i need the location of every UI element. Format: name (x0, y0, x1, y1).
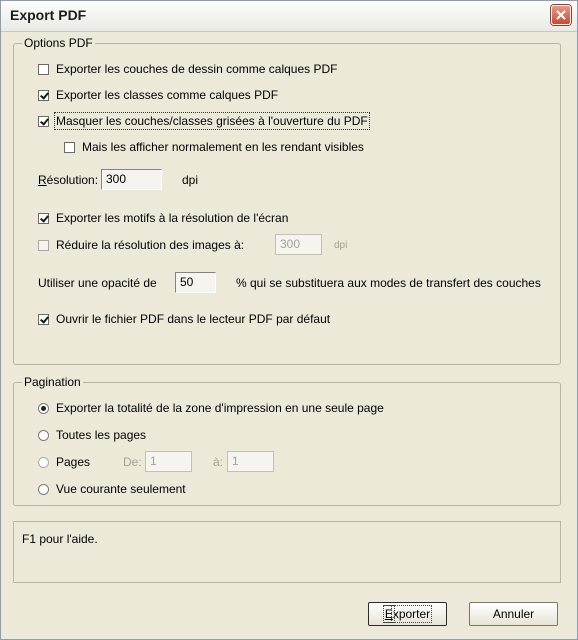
all-area-label: Exporter la totalité de la zone d'impres… (56, 401, 384, 415)
current-view-option[interactable]: Vue courante seulement (38, 480, 186, 498)
close-icon (556, 10, 566, 20)
pages-to-label: à: (213, 455, 224, 469)
all-area-radio[interactable] (38, 402, 49, 414)
all-area-option[interactable]: Exporter la totalité de la zone d'impres… (38, 399, 384, 417)
hide-greyed-label: Masquer les couches/classes grisées à l'… (54, 112, 370, 130)
pages-label: Pages (56, 455, 91, 469)
opacity-label-after: % qui se substituera aux modes de transf… (236, 276, 541, 290)
export-patterns-checkbox[interactable] (38, 212, 49, 224)
resolution-unit: dpi (182, 173, 199, 187)
export-classes-option[interactable]: Exporter les classes comme calques PDF (38, 86, 278, 104)
resolution-input[interactable]: 300 (101, 169, 162, 190)
opacity-input[interactable]: 50 (175, 272, 216, 293)
options-pdf-group-title: Options PDF (22, 36, 95, 50)
all-pages-label: Toutes les pages (56, 428, 147, 442)
open-pdf-option[interactable]: Ouvrir le fichier PDF dans le lecteur PD… (38, 310, 330, 328)
resolution-label-text: ésolution: (46, 173, 99, 187)
help-area: F1 pour l'aide. (13, 521, 561, 583)
all-pages-option[interactable]: Toutes les pages (38, 426, 146, 444)
opacity-label-before: Utiliser une opacité de (38, 276, 157, 290)
export-classes-checkbox[interactable] (38, 89, 49, 101)
pages-from-input[interactable]: 1 (145, 451, 192, 472)
pagination-group: Pagination Exporter la totalité de la zo… (13, 375, 561, 506)
title-bar: Export PDF (1, 1, 577, 32)
reduce-images-input[interactable]: 300 (275, 234, 322, 255)
resolution-label: Résolution: (38, 171, 98, 189)
reduce-images-unit: dpi (334, 239, 348, 251)
help-text: F1 pour l'aide. (22, 532, 98, 546)
reduce-images-checkbox[interactable] (38, 239, 49, 251)
reduce-images-label: Réduire la résolution des images à: (56, 238, 245, 252)
hide-greyed-checkbox[interactable] (38, 115, 49, 127)
resolution-label-mnemonic: R (38, 173, 47, 187)
export-layers-label: Exporter les couches de dessin comme cal… (56, 62, 338, 76)
show-normally-checkbox[interactable] (64, 141, 75, 153)
reduce-images-option[interactable]: Réduire la résolution des images à: (38, 236, 244, 254)
current-view-radio[interactable] (38, 483, 49, 495)
open-pdf-label: Ouvrir le fichier PDF dans le lecteur PD… (56, 312, 331, 326)
export-classes-label: Exporter les classes comme calques PDF (56, 88, 279, 102)
export-pdf-dialog: Export PDF Options PDF Exporter les couc… (0, 0, 578, 640)
export-button[interactable]: Exporter (368, 602, 447, 626)
export-layers-option[interactable]: Exporter les couches de dessin comme cal… (38, 60, 337, 78)
pages-radio[interactable] (38, 456, 49, 468)
export-patterns-label: Exporter les motifs à la résolution de l… (56, 211, 289, 225)
pages-to-input[interactable]: 1 (227, 451, 274, 472)
pages-option[interactable]: Pages (38, 453, 90, 471)
pagination-group-title: Pagination (22, 375, 83, 389)
export-layers-checkbox[interactable] (38, 63, 49, 75)
all-pages-radio[interactable] (38, 429, 49, 441)
dialog-title: Export PDF (10, 7, 87, 23)
current-view-label: Vue courante seulement (56, 482, 186, 496)
cancel-button[interactable]: Annuler (469, 602, 558, 626)
close-button[interactable] (551, 5, 571, 25)
show-normally-label: Mais les afficher normalement en les ren… (82, 140, 364, 154)
export-patterns-option[interactable]: Exporter les motifs à la résolution de l… (38, 209, 288, 227)
options-pdf-group: Options PDF Exporter les couches de dess… (13, 36, 561, 365)
pages-from-label: De: (123, 455, 142, 469)
export-button-label: Exporter (382, 605, 433, 623)
open-pdf-checkbox[interactable] (38, 313, 49, 325)
hide-greyed-option[interactable]: Masquer les couches/classes grisées à l'… (38, 112, 370, 130)
show-normally-option[interactable]: Mais les afficher normalement en les ren… (64, 138, 364, 156)
